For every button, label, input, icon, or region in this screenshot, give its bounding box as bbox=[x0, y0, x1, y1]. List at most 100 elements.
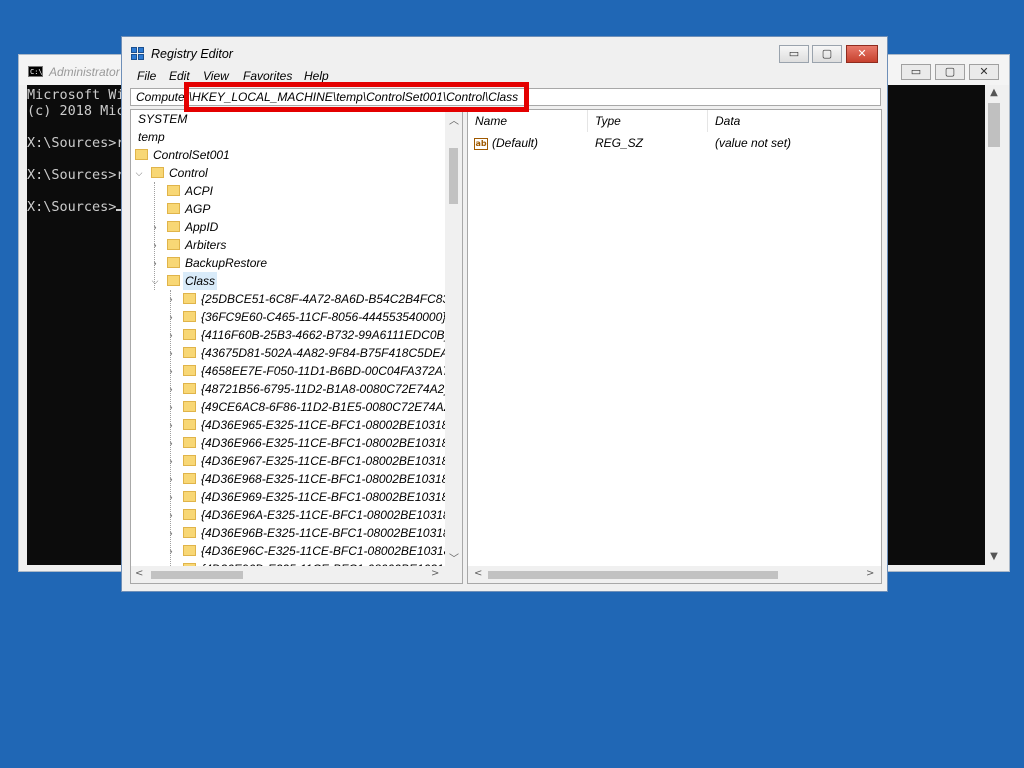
console-minimize-button[interactable]: ▭ bbox=[901, 64, 931, 80]
values-horizontal-scrollbar[interactable]: < > bbox=[468, 566, 881, 583]
chevron-right-icon[interactable]: › bbox=[166, 398, 176, 416]
chevron-right-icon[interactable]: › bbox=[166, 542, 176, 560]
tree-item-label: {4D36E967-E325-11CE-BFC1-08002BE10318} bbox=[201, 454, 445, 468]
chevron-right-icon[interactable]: › bbox=[166, 326, 176, 344]
folder-icon bbox=[167, 203, 180, 214]
folder-icon bbox=[183, 491, 196, 502]
value-data: (value not set) bbox=[715, 136, 792, 150]
regedit-maximize-button[interactable]: ▢ bbox=[812, 45, 842, 63]
registry-tree[interactable]: SYSTEM temp ControlSet001 ⌵ Control ACPI… bbox=[131, 110, 445, 566]
chevron-right-icon[interactable]: › bbox=[150, 254, 160, 272]
chevron-right-icon[interactable]: › bbox=[166, 416, 176, 434]
folder-icon bbox=[183, 347, 196, 358]
tree-hscroll-thumb[interactable] bbox=[151, 571, 243, 579]
menu-bar: File Edit View Favorites Help bbox=[122, 67, 887, 87]
menu-edit[interactable]: Edit bbox=[169, 69, 190, 83]
scroll-right-arrow-icon[interactable]: > bbox=[431, 568, 439, 579]
menu-view[interactable]: View bbox=[203, 69, 229, 83]
scroll-left-arrow-icon[interactable]: < bbox=[135, 568, 143, 579]
folder-icon bbox=[183, 311, 196, 322]
chevron-right-icon[interactable]: › bbox=[166, 290, 176, 308]
regedit-titlebar[interactable]: Registry Editor ▭ ▢ ✕ bbox=[122, 37, 887, 67]
console-scroll-thumb[interactable] bbox=[988, 103, 1000, 147]
scroll-left-arrow-icon[interactable]: < bbox=[474, 568, 482, 579]
value-name[interactable]: (Default) bbox=[492, 134, 538, 152]
tree-item-label: {36FC9E60-C465-11CF-8056-444553540000} bbox=[201, 310, 445, 324]
menu-favorites[interactable]: Favorites bbox=[243, 69, 292, 83]
tree-item-label: ACPI bbox=[185, 184, 214, 198]
chevron-right-icon[interactable]: › bbox=[166, 452, 176, 470]
console-prompt: X:\Sources> bbox=[27, 199, 117, 215]
folder-icon bbox=[183, 509, 196, 520]
chevron-right-icon[interactable]: › bbox=[166, 434, 176, 452]
folder-icon bbox=[135, 149, 148, 160]
menu-help[interactable]: Help bbox=[304, 69, 329, 83]
chevron-right-icon[interactable]: › bbox=[150, 218, 160, 236]
registry-editor-window[interactable]: Registry Editor ▭ ▢ ✕ File Edit View Fav… bbox=[121, 36, 888, 592]
chevron-down-icon[interactable]: ⌵ bbox=[150, 272, 160, 290]
tree-item-label: {4D36E96C-E325-11CE-BFC1-08002BE10318} bbox=[201, 544, 445, 558]
chevron-right-icon[interactable]: › bbox=[166, 308, 176, 326]
scroll-up-arrow-icon[interactable]: ︿ bbox=[449, 112, 459, 127]
tree-item-label: {43675D81-502A-4A82-9F84-B75F418C5DEA} bbox=[201, 346, 445, 360]
chevron-right-icon[interactable]: › bbox=[166, 488, 176, 506]
tree-item-label: Arbiters bbox=[185, 238, 227, 252]
folder-icon bbox=[183, 365, 196, 376]
tree-item-label: {4D36E965-E325-11CE-BFC1-08002BE10318} bbox=[201, 418, 445, 432]
tree-vertical-scrollbar[interactable]: ︿ ﹀ bbox=[445, 110, 462, 566]
console-maximize-button[interactable]: ▢ bbox=[935, 64, 965, 80]
tree-item-label: {4658EE7E-F050-11D1-B6BD-00C04FA372A7} bbox=[201, 364, 445, 378]
folder-icon bbox=[183, 419, 196, 430]
tree-item-label: temp bbox=[138, 130, 165, 144]
tree-item-label: {4116F60B-25B3-4662-B732-99A6111EDC0B} bbox=[201, 328, 445, 342]
chevron-right-icon[interactable]: › bbox=[166, 362, 176, 380]
tree-horizontal-scrollbar[interactable]: < > bbox=[131, 566, 462, 583]
scroll-right-arrow-icon[interactable]: > bbox=[866, 568, 874, 579]
folder-icon bbox=[167, 185, 180, 196]
scroll-down-arrow-icon[interactable]: ▼ bbox=[985, 549, 1003, 565]
regedit-close-button[interactable]: ✕ bbox=[846, 45, 878, 63]
tree-item-label: ControlSet001 bbox=[153, 148, 230, 162]
folder-icon bbox=[167, 239, 180, 250]
folder-icon bbox=[183, 473, 196, 484]
column-header-type[interactable]: Type bbox=[588, 110, 708, 132]
address-bar[interactable]: Computer\HKEY_LOCAL_MACHINE\temp\Control… bbox=[130, 88, 881, 106]
chevron-right-icon[interactable]: › bbox=[166, 506, 176, 524]
regedit-title: Registry Editor bbox=[151, 47, 233, 61]
scroll-down-arrow-icon[interactable]: ﹀ bbox=[449, 550, 459, 565]
scroll-up-arrow-icon[interactable]: ▲ bbox=[985, 85, 1003, 101]
folder-icon bbox=[183, 437, 196, 448]
folder-icon bbox=[183, 293, 196, 304]
tree-item-label: SYSTEM bbox=[138, 112, 188, 126]
folder-icon bbox=[183, 401, 196, 412]
chevron-right-icon[interactable]: › bbox=[166, 470, 176, 488]
tree-item-label: {4D36E966-E325-11CE-BFC1-08002BE10318} bbox=[201, 436, 445, 450]
folder-icon bbox=[151, 167, 164, 178]
registry-tree-pane[interactable]: SYSTEM temp ControlSet001 ⌵ Control ACPI… bbox=[130, 109, 463, 584]
chevron-right-icon[interactable]: › bbox=[166, 380, 176, 398]
console-close-button[interactable]: ✕ bbox=[969, 64, 999, 80]
folder-icon bbox=[167, 257, 180, 268]
chevron-right-icon[interactable]: › bbox=[166, 344, 176, 362]
values-hscroll-thumb[interactable] bbox=[488, 571, 778, 579]
chevron-right-icon[interactable]: › bbox=[150, 236, 160, 254]
tree-item-label: AppID bbox=[185, 220, 219, 234]
chevron-right-icon[interactable]: › bbox=[166, 524, 176, 542]
column-header-name[interactable]: Name bbox=[468, 110, 588, 132]
tree-item-label: Control bbox=[169, 166, 208, 180]
folder-icon bbox=[183, 455, 196, 466]
column-header-data[interactable]: Data bbox=[708, 110, 878, 132]
registry-values-pane[interactable]: Name Type Data ab (Default) REG_SZ (valu… bbox=[467, 109, 882, 584]
menu-file[interactable]: File bbox=[137, 69, 156, 83]
tree-item-label: AGP bbox=[185, 202, 211, 216]
console-vertical-scrollbar[interactable]: ▲ ▼ bbox=[985, 85, 1003, 565]
folder-icon bbox=[183, 329, 196, 340]
chevron-down-icon[interactable]: ⌵ bbox=[134, 164, 144, 182]
tree-scroll-thumb[interactable] bbox=[449, 148, 458, 204]
registry-editor-icon bbox=[131, 47, 147, 63]
folder-icon bbox=[183, 527, 196, 538]
folder-icon bbox=[183, 383, 196, 394]
regedit-minimize-button[interactable]: ▭ bbox=[779, 45, 809, 63]
tree-item-label: {4D36E96A-E325-11CE-BFC1-08002BE10318} bbox=[201, 508, 445, 522]
tree-item-label: Class bbox=[183, 272, 218, 290]
